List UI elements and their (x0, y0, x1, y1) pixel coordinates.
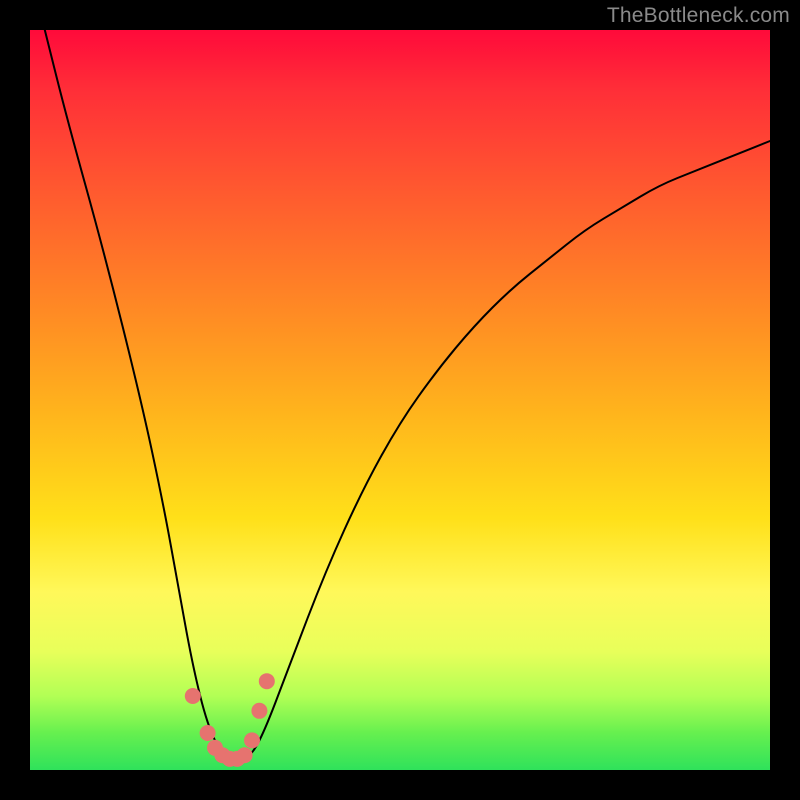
watermark-text: TheBottleneck.com (607, 4, 790, 28)
data-marker (259, 673, 275, 689)
data-marker (185, 688, 201, 704)
bottleneck-curve (45, 30, 770, 763)
data-marker (237, 747, 253, 763)
data-marker (200, 725, 216, 741)
data-marker (244, 732, 260, 748)
plot-area (30, 30, 770, 770)
data-marker (251, 703, 267, 719)
chart-frame: TheBottleneck.com (0, 0, 800, 800)
chart-svg (30, 30, 770, 770)
